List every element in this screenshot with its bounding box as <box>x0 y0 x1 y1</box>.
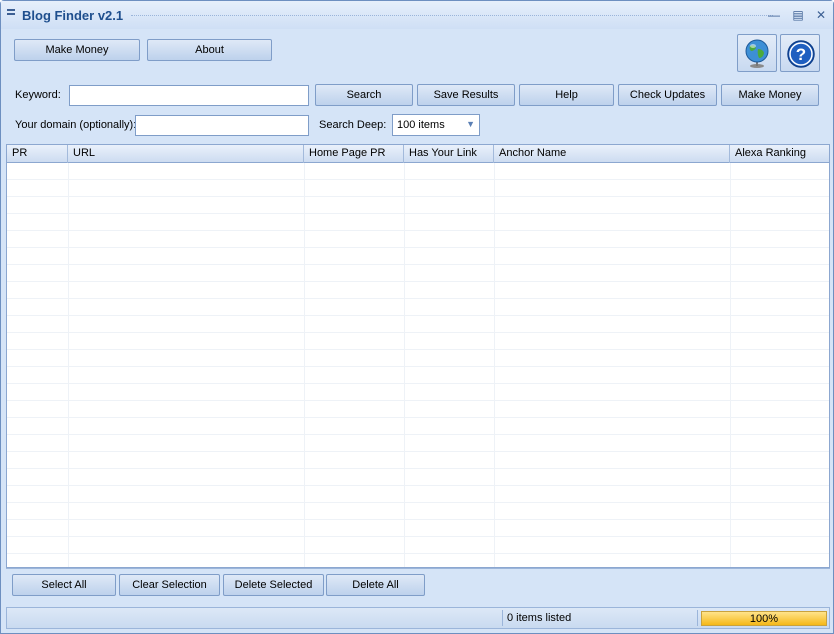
search-deep-select[interactable]: 100 items ▼ <box>392 114 480 136</box>
column-header-has-your-link[interactable]: Has Your Link <box>404 145 494 163</box>
status-bar: 0 items listed 100% <box>6 607 830 629</box>
search-deep-label: Search Deep: <box>319 119 387 131</box>
table-rows[interactable] <box>7 163 829 567</box>
column-divider <box>404 163 405 567</box>
column-divider <box>494 163 495 567</box>
column-header-home-page-pr[interactable]: Home Page PR <box>304 145 404 163</box>
column-header-url[interactable]: URL <box>68 145 304 163</box>
help-button[interactable]: Help <box>519 84 614 106</box>
column-header-alexa-ranking[interactable]: Alexa Ranking <box>730 145 829 163</box>
system-menu-icon[interactable] <box>7 9 15 19</box>
delete-all-button[interactable]: Delete All <box>326 574 425 596</box>
column-header-anchor-name[interactable]: Anchor Name <box>494 145 730 163</box>
minimize-icon[interactable]: — <box>766 7 782 23</box>
make-money-button[interactable]: Make Money <box>721 84 819 106</box>
globe-icon <box>745 39 769 68</box>
keyword-input[interactable] <box>69 85 309 106</box>
search-button[interactable]: Search <box>315 84 413 106</box>
status-divider <box>697 610 698 626</box>
column-header-pr[interactable]: PR <box>7 145 68 163</box>
action-panel: Select All Clear Selection Delete Select… <box>6 568 830 603</box>
title-divider <box>131 15 773 16</box>
column-divider <box>68 163 69 567</box>
items-count: 0 items listed <box>507 612 572 624</box>
clear-selection-button[interactable]: Clear Selection <box>119 574 220 596</box>
results-table[interactable]: PR URL Home Page PR Has Your Link Anchor… <box>6 144 830 568</box>
search-deep-value: 100 items <box>397 119 445 131</box>
domain-input[interactable] <box>135 115 309 136</box>
domain-label: Your domain (optionally): <box>15 119 137 131</box>
help-icon: ? <box>787 40 815 68</box>
save-results-button[interactable]: Save Results <box>417 84 515 106</box>
progress-label: 100% <box>749 613 779 625</box>
help-icon-button[interactable]: ? <box>780 34 820 72</box>
about-button[interactable]: About <box>147 39 272 61</box>
close-icon[interactable]: ✕ <box>813 7 829 23</box>
column-divider <box>304 163 305 567</box>
svg-text:?: ? <box>796 45 806 64</box>
app-window: Blog Finder v2.1 — ▤ ✕ Make Money About … <box>0 0 834 634</box>
status-divider <box>502 610 503 626</box>
globe-button[interactable] <box>737 34 777 72</box>
delete-selected-button[interactable]: Delete Selected <box>223 574 324 596</box>
maximize-icon[interactable]: ▤ <box>790 7 806 23</box>
progress-bar: 100% <box>701 611 827 626</box>
table-header: PR URL Home Page PR Has Your Link Anchor… <box>7 145 829 163</box>
check-updates-button[interactable]: Check Updates <box>618 84 717 106</box>
select-all-button[interactable]: Select All <box>12 574 116 596</box>
make-money-button-top[interactable]: Make Money <box>14 39 140 61</box>
column-divider <box>730 163 731 567</box>
title-bar[interactable]: Blog Finder v2.1 — ▤ ✕ <box>1 1 833 29</box>
window-title: Blog Finder v2.1 <box>22 8 124 23</box>
chevron-down-icon[interactable]: ▼ <box>466 119 475 129</box>
keyword-label: Keyword: <box>15 89 61 101</box>
